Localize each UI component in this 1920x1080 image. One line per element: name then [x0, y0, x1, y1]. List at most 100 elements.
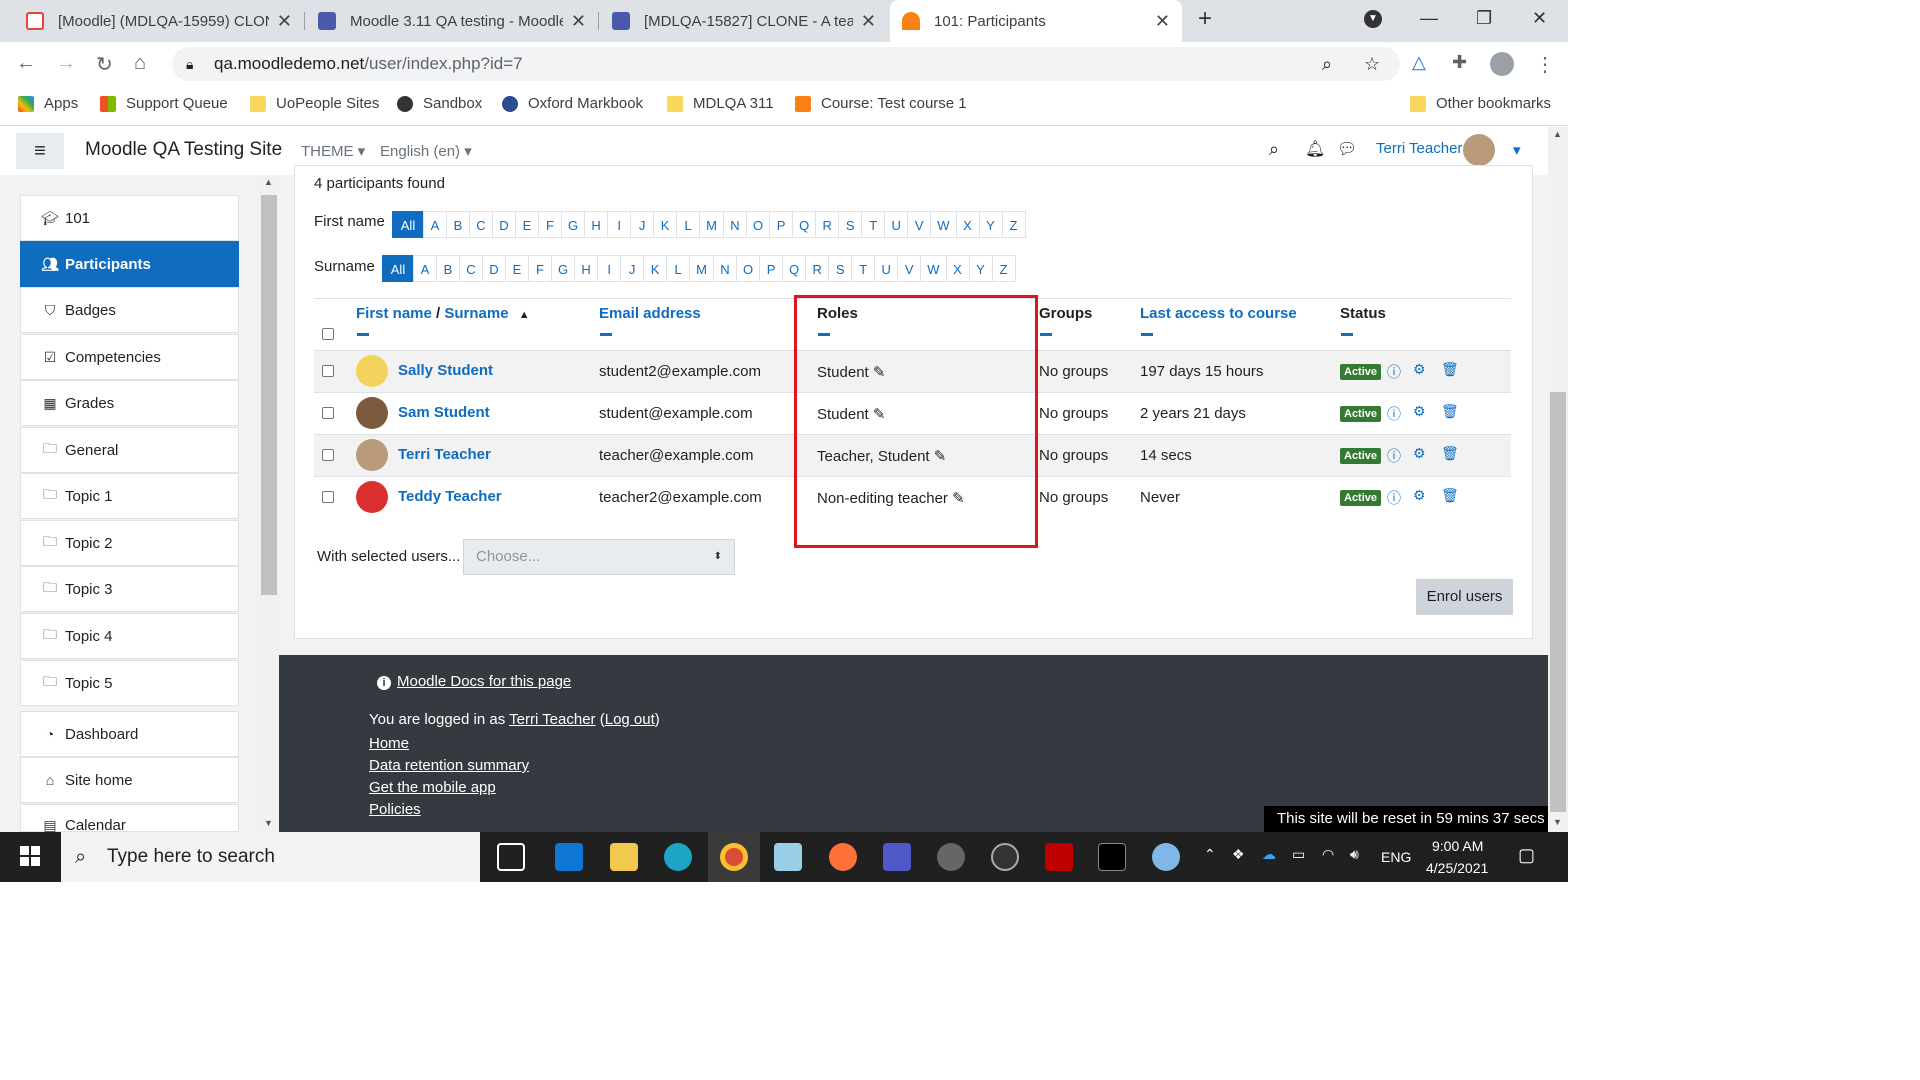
select-all-checkbox[interactable] [322, 328, 334, 340]
sidebar-item-site-home[interactable]: ⌂ Site home [20, 757, 239, 803]
row-select-checkbox[interactable] [322, 407, 334, 419]
firstname-letter-d[interactable]: D [492, 211, 516, 238]
edit-enrolment-gear-icon[interactable]: ⚙ [1413, 403, 1426, 420]
hamburger-menu-icon[interactable]: ≡ [16, 133, 64, 169]
unenrol-trash-icon[interactable]: 🗑︎ [1441, 361, 1459, 378]
surname-letter-b[interactable]: B [436, 255, 460, 282]
forward-icon[interactable]: → [56, 52, 76, 75]
firstname-letter-y[interactable]: Y [978, 211, 1003, 238]
sidebar-item-topic-1[interactable]: 🗀 Topic 1 [20, 473, 239, 519]
firstname-letter-b[interactable]: B [446, 211, 470, 238]
surname-letter-w[interactable]: W [920, 255, 947, 282]
sort-last-access-link[interactable]: Last access to course [1140, 305, 1297, 322]
participant-name-link[interactable]: Sally Student [398, 362, 493, 379]
url-field[interactable]: 🔒︎ qa.moodledemo.net/user/index.php?id=7… [172, 47, 1400, 81]
surname-letter-h[interactable]: H [574, 255, 599, 282]
firstname-letter-q[interactable]: Q [792, 211, 817, 238]
row-select-checkbox[interactable] [322, 449, 334, 461]
enrolment-info-icon[interactable]: ⓘ [1387, 446, 1401, 466]
firstname-letter-j[interactable]: J [630, 211, 655, 238]
firstname-letter-v[interactable]: V [907, 211, 932, 238]
sort-email-link[interactable]: Email address [599, 305, 701, 322]
menu-dots-icon[interactable]: ⋮ [1535, 52, 1555, 77]
row-select-checkbox[interactable] [322, 365, 334, 377]
collapse-groups-icon[interactable] [1040, 333, 1052, 336]
surname-letter-n[interactable]: N [712, 255, 737, 282]
surname-letter-i[interactable]: I [597, 255, 622, 282]
collapse-last-access-icon[interactable] [1141, 333, 1153, 336]
sort-surname-link[interactable]: Surname [444, 305, 508, 322]
surname-letter-u[interactable]: U [874, 255, 899, 282]
firstname-letter-a[interactable]: A [423, 211, 447, 238]
bookmark-star-icon[interactable]: ☆ [1364, 47, 1380, 81]
browser-tab-participants[interactable]: 101: Participants ✕ [890, 0, 1182, 42]
bookmark-other[interactable]: Other bookmarks [1410, 95, 1551, 112]
tray-expand-icon[interactable]: ⌃ [1204, 846, 1216, 863]
surname-letter-c[interactable]: C [459, 255, 483, 282]
user-name[interactable]: Terri Teacher [1376, 140, 1462, 157]
user-menu-chevron-icon[interactable]: ▾ [1513, 141, 1521, 159]
collapse-email-icon[interactable] [600, 333, 612, 336]
firstname-letter-l[interactable]: L [676, 211, 701, 238]
sidebar-item-calendar[interactable]: ▤ Calendar [20, 804, 239, 834]
profile-link[interactable]: Terri Teacher [509, 711, 595, 728]
sidebar-item-participants[interactable]: 👥︎ Participants [20, 241, 239, 287]
bookmark-apps[interactable]: Apps [18, 95, 78, 112]
participant-name-link[interactable]: Teddy Teacher [398, 488, 502, 505]
extension-icon[interactable]: △ [1412, 52, 1426, 73]
firstname-letter-k[interactable]: K [653, 211, 678, 238]
surname-letter-j[interactable]: J [620, 255, 645, 282]
surname-letter-v[interactable]: V [897, 255, 922, 282]
firefox-icon[interactable] [829, 843, 857, 871]
edit-enrolment-gear-icon[interactable]: ⚙ [1413, 487, 1426, 504]
participant-name-link[interactable]: Terri Teacher [398, 446, 491, 463]
language-indicator[interactable]: ENG [1381, 849, 1411, 865]
surname-letter-z[interactable]: Z [991, 255, 1016, 282]
sidebar-item-competencies[interactable]: ☑ Competencies [20, 334, 239, 380]
sidebar-item-badges[interactable]: ⛉ Badges [20, 287, 239, 333]
windows-start-icon[interactable] [20, 846, 40, 866]
firstname-letter-c[interactable]: C [469, 211, 493, 238]
sidebar-item-dashboard[interactable]: ◔ Dashboard [20, 711, 239, 757]
footer-home-link[interactable]: Home [369, 735, 409, 752]
avatar[interactable] [1463, 134, 1495, 166]
enrolment-info-icon[interactable]: ⓘ [1387, 404, 1401, 424]
site-title[interactable]: Moodle QA Testing Site [85, 139, 282, 161]
bookmark-support-queue[interactable]: Support Queue [100, 95, 228, 112]
notifications-icon[interactable]: ▢ [1518, 845, 1535, 866]
zoom-icon[interactable]: ⌕ [1322, 47, 1332, 81]
clock-time[interactable]: 9:00 AM [1432, 838, 1483, 854]
surname-letter-e[interactable]: E [505, 255, 529, 282]
close-tab-icon[interactable]: ✕ [571, 11, 586, 32]
firstname-letter-n[interactable]: N [722, 211, 747, 238]
language-dropdown[interactable]: English (en) ▾ [380, 142, 472, 160]
surname-letter-a[interactable]: A [413, 255, 437, 282]
surname-letter-x[interactable]: X [945, 255, 970, 282]
volume-icon[interactable]: 🔊︎ [1350, 846, 1359, 863]
edit-enrolment-gear-icon[interactable]: ⚙ [1413, 361, 1426, 378]
firstname-letter-i[interactable]: I [607, 211, 632, 238]
firstname-letter-h[interactable]: H [584, 211, 609, 238]
sidebar-item-course[interactable]: 🎓︎ 101 [20, 195, 239, 241]
file-explorer-icon[interactable] [610, 843, 638, 871]
sidebar-item-topic-3[interactable]: 🗀 Topic 3 [20, 566, 239, 612]
bookmark-sandbox[interactable]: Sandbox [397, 95, 482, 112]
close-tab-icon[interactable]: ✕ [861, 11, 876, 32]
bell-icon[interactable]: 🔔︎ [1305, 139, 1325, 159]
search-icon[interactable]: ⌕ [1269, 139, 1279, 160]
outlook-icon[interactable] [555, 843, 583, 871]
taskbar-search[interactable]: ⌕ Type here to search [61, 832, 480, 882]
edge-icon[interactable] [664, 843, 692, 871]
bookmark-mdlqa[interactable]: MDLQA 311 [667, 95, 774, 112]
sidebar-scrollbar[interactable]: ▲ ▼ [259, 175, 279, 832]
unenrol-trash-icon[interactable]: 🗑︎ [1441, 445, 1459, 462]
enrolment-info-icon[interactable]: ⓘ [1387, 488, 1401, 508]
enrol-users-button[interactable]: Enrol users [1416, 579, 1513, 615]
participant-name-link[interactable]: Sam Student [398, 404, 490, 421]
theme-dropdown[interactable]: THEME ▾ [301, 142, 365, 160]
paint-icon[interactable] [1152, 843, 1180, 871]
edit-enrolment-gear-icon[interactable]: ⚙ [1413, 445, 1426, 462]
surname-letter-y[interactable]: Y [968, 255, 993, 282]
bookmark-oxford[interactable]: Oxford Markbook [502, 95, 643, 112]
firstname-letter-s[interactable]: S [838, 211, 863, 238]
